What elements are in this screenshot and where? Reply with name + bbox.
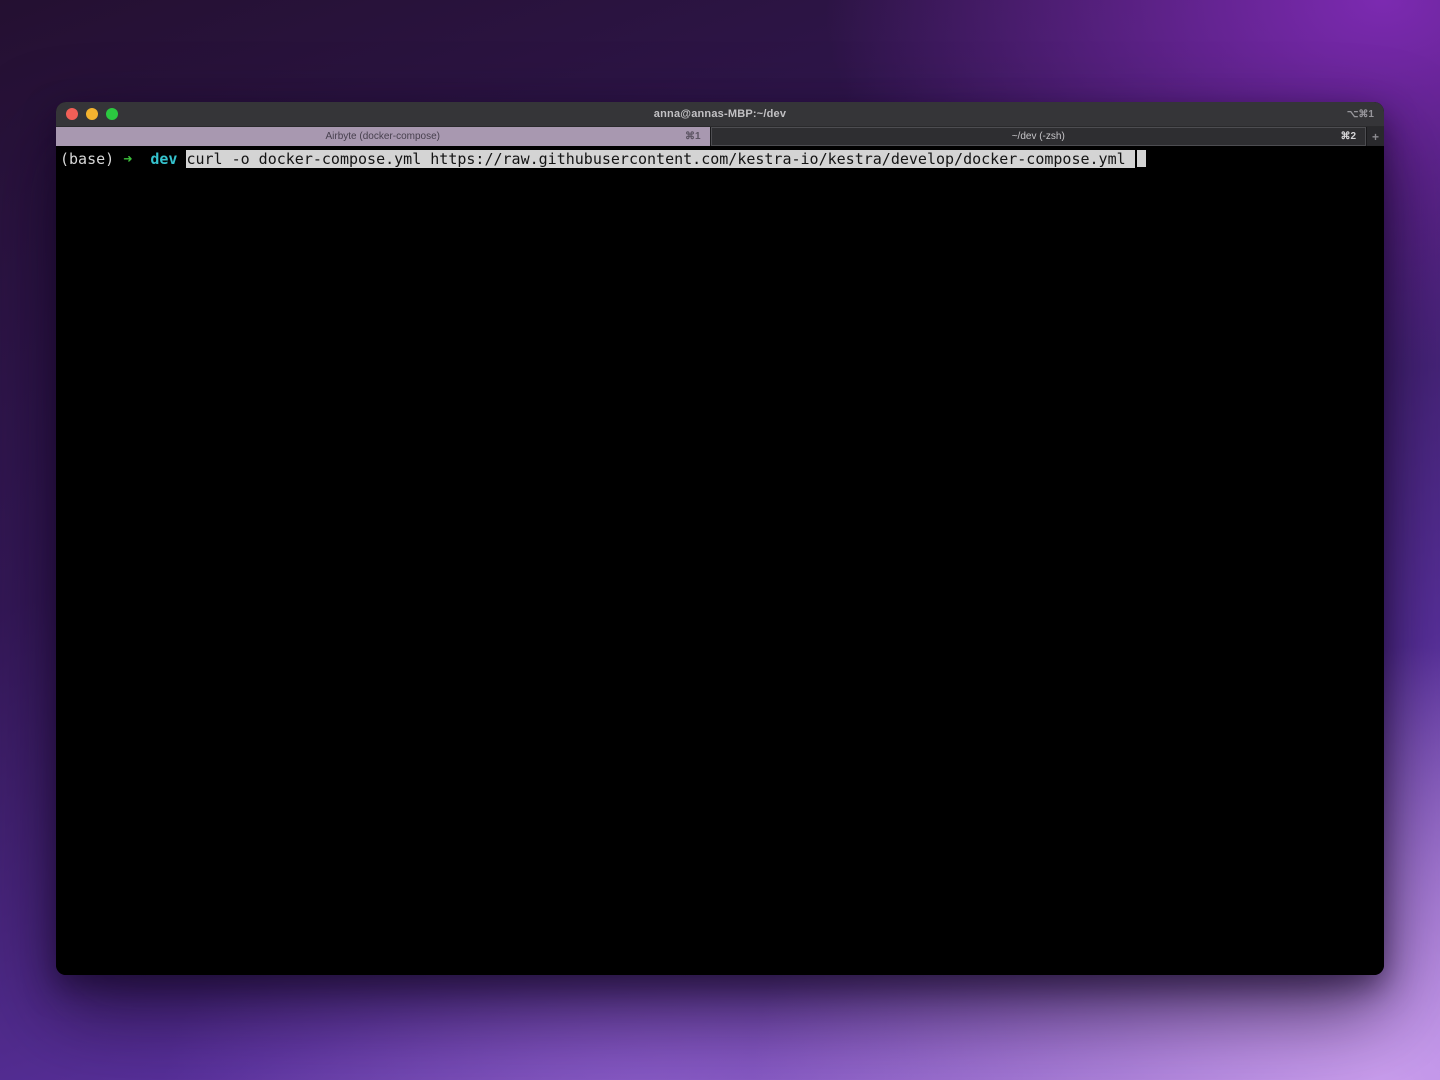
selected-command[interactable]: curl -o docker-compose.yml https://raw.g… bbox=[186, 150, 1134, 168]
tab-shortcut-label: ⌘1 bbox=[685, 131, 701, 142]
tab-label: Airbyte (docker-compose) bbox=[326, 131, 440, 142]
terminal-window: anna@annas-MBP:~/dev ⌥⌘1 Airbyte (docker… bbox=[56, 102, 1384, 975]
tab-dev-zsh[interactable]: ~/dev (-zsh) ⌘2 bbox=[711, 127, 1367, 146]
prompt-directory: dev bbox=[150, 150, 177, 168]
plus-icon: + bbox=[1372, 130, 1379, 144]
terminal-content[interactable]: (base) ➜ dev curl -o docker-compose.yml … bbox=[56, 146, 1384, 975]
new-tab-button[interactable]: + bbox=[1366, 127, 1384, 146]
prompt-arrow-icon: ➜ bbox=[123, 150, 132, 168]
window-title: anna@annas-MBP:~/dev bbox=[654, 108, 786, 120]
tab-shortcut-label: ⌘2 bbox=[1340, 131, 1356, 142]
prompt-env: (base) bbox=[60, 150, 114, 168]
tab-label: ~/dev (-zsh) bbox=[1012, 131, 1065, 142]
minimize-button[interactable] bbox=[86, 108, 98, 120]
close-button[interactable] bbox=[66, 108, 78, 120]
tab-bar: Airbyte (docker-compose) ⌘1 ~/dev (-zsh)… bbox=[56, 127, 1384, 146]
traffic-lights bbox=[66, 102, 118, 126]
window-shortcut-label: ⌥⌘1 bbox=[1347, 109, 1374, 120]
terminal-cursor bbox=[1137, 150, 1146, 167]
tab-airbyte[interactable]: Airbyte (docker-compose) ⌘1 bbox=[56, 127, 711, 146]
title-bar[interactable]: anna@annas-MBP:~/dev ⌥⌘1 bbox=[56, 102, 1384, 127]
zoom-button[interactable] bbox=[106, 108, 118, 120]
